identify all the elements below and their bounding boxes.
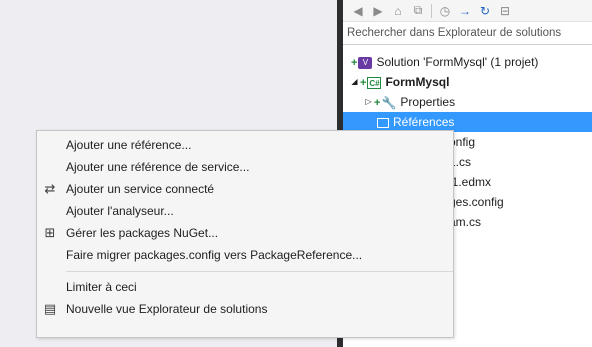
menu-item-manage-nuget[interactable]: ⊞ Gérer les packages NuGet... — [37, 222, 453, 244]
search-input[interactable] — [343, 23, 592, 43]
menu-item-label: Ajouter un service connecté — [66, 182, 215, 196]
menu-item-label: Ajouter une référence... — [66, 138, 192, 152]
context-menu: Ajouter une référence... Ajouter une réf… — [36, 130, 454, 338]
connected-service-icon: ⇄ — [44, 181, 56, 196]
history-icon[interactable]: ◷ — [438, 4, 452, 18]
collapse-icon[interactable]: ⊟ — [498, 4, 512, 18]
menu-item-label: Faire migrer packages.config vers Packag… — [66, 248, 363, 262]
solution-icon: V — [358, 56, 373, 69]
collapsed-arrow-icon[interactable]: ▷ — [363, 92, 374, 112]
menu-item-label: Ajouter une référence de service... — [66, 160, 250, 174]
new-view-icon: ▤ — [43, 301, 57, 316]
nuget-icon: ⊞ — [44, 225, 56, 240]
tree-item-solution[interactable]: + V Solution 'FormMysql' (1 projet) — [343, 52, 592, 72]
references-icon — [377, 117, 389, 128]
tree-item-label: ges.config — [449, 195, 504, 209]
toolbar-separator — [431, 3, 432, 18]
menu-item-scope-to-this[interactable]: Limiter à ceci — [37, 276, 453, 298]
back-icon[interactable]: ◀ — [351, 4, 365, 18]
forward-icon[interactable]: ▶ — [371, 4, 385, 18]
tree-item-label: Solution 'FormMysql' (1 projet) — [376, 55, 539, 69]
tree-item-label: Références — [393, 115, 455, 129]
menu-item-migrate-packages[interactable]: Faire migrer packages.config vers Packag… — [37, 244, 453, 266]
solution-explorer-toolbar: ◀ ▶ ⌂ ⧉ ◷ → ↻ ⊟ — [343, 0, 592, 22]
solution-explorer-search[interactable] — [343, 23, 592, 45]
menu-item-label: Limiter à ceci — [66, 280, 137, 294]
menu-separator — [66, 271, 453, 272]
wrench-icon: 🔧 — [381, 95, 397, 110]
tree-item-project[interactable]: ◢ + C# FormMysql — [343, 72, 592, 92]
menu-item-label: Gérer les packages NuGet... — [66, 226, 219, 240]
refresh-icon[interactable]: ↻ — [478, 4, 492, 18]
csharp-project-icon: C# — [367, 76, 382, 89]
tree-item-label: l1.edmx — [449, 175, 492, 189]
sync-icon[interactable]: → — [458, 4, 472, 18]
menu-item-add-analyzer[interactable]: Ajouter l'analyseur... — [37, 200, 453, 222]
menu-item-add-service-reference[interactable]: Ajouter une référence de service... — [37, 156, 453, 178]
menu-item-label: Nouvelle vue Explorateur de solutions — [66, 302, 268, 316]
menu-item-add-connected-service[interactable]: ⇄ Ajouter un service connecté — [37, 178, 453, 200]
menu-item-label: Ajouter l'analyseur... — [66, 204, 174, 218]
expanded-arrow-icon[interactable]: ◢ — [349, 72, 360, 92]
tree-item-label: FormMysql — [385, 75, 450, 89]
pending-add-icon: + — [374, 97, 381, 109]
pending-add-icon: + — [360, 77, 367, 89]
tree-item-references[interactable]: Références — [343, 112, 592, 132]
switch-views-icon[interactable]: ⧉ — [411, 3, 425, 18]
menu-item-new-explorer-view[interactable]: ▤ Nouvelle vue Explorateur de solutions — [37, 298, 453, 320]
tree-item-properties[interactable]: ▷ +🔧 Properties — [343, 92, 592, 112]
home-icon[interactable]: ⌂ — [391, 4, 405, 18]
menu-item-add-reference[interactable]: Ajouter une référence... — [37, 134, 453, 156]
tree-item-label: Properties — [400, 95, 456, 109]
pending-add-icon: + — [351, 57, 358, 69]
